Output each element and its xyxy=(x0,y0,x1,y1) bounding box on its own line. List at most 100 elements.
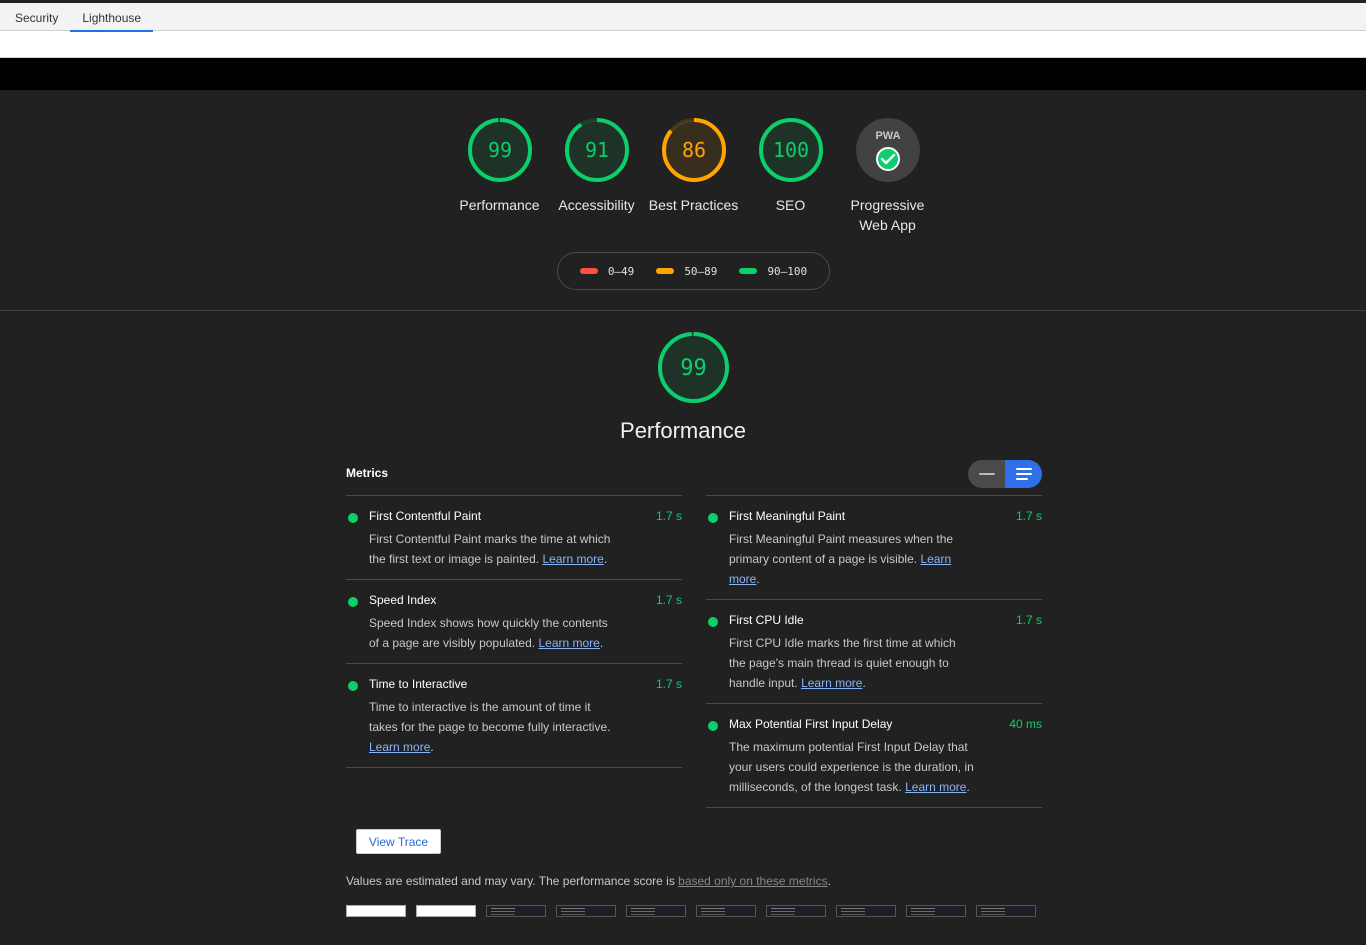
score-gauge: 99 xyxy=(467,118,532,182)
category-label: Best Practices xyxy=(648,197,739,213)
category-pwa[interactable]: PWA Progressive Web App xyxy=(839,117,936,235)
metric-name: First CPU Idle xyxy=(729,613,804,627)
metric-name: Speed Index xyxy=(369,593,437,607)
metric-value: 1.7 s xyxy=(1015,509,1042,523)
filmstrip-frame xyxy=(696,905,756,917)
pass-indicator-icon xyxy=(348,597,358,607)
gauge-score-text: 99 xyxy=(680,356,707,381)
metric-value: 1.7 s xyxy=(1015,613,1042,627)
metric-name: Max Potential First Input Delay xyxy=(729,717,893,731)
metric-row: First Contentful Paint 1.7 s First Content… xyxy=(346,495,682,579)
filmstrip-frame xyxy=(836,905,896,917)
metric-value: 1.7 s xyxy=(655,677,682,691)
score-gauge: 86 xyxy=(661,118,726,182)
pass-indicator-icon xyxy=(708,721,718,731)
estimate-note-text: Values are estimated and may vary. The p… xyxy=(346,874,679,888)
gauge-score-text: 99 xyxy=(487,138,511,162)
metric-row: First Meaningful Paint 1.7 s First Meaning… xyxy=(706,495,1042,599)
score-gauge: 91 xyxy=(564,118,629,182)
expanded-view-icon-line xyxy=(1015,478,1028,480)
metrics-info-link[interactable]: based only on these metrics xyxy=(678,874,827,888)
compact-view-button[interactable] xyxy=(968,460,1005,488)
metric-description: First Contentful Paint marks the time at… xyxy=(369,532,611,566)
expanded-view-icon-line xyxy=(1015,473,1032,475)
learn-more-link[interactable]: Learn more xyxy=(369,740,430,754)
legend-range: 90–100 xyxy=(767,264,808,278)
category-label: Progressive Web App xyxy=(850,197,925,233)
metric-row: Time to Interactive 1.7 s Time to interact… xyxy=(346,663,682,768)
gauge-score-text: 100 xyxy=(772,138,808,162)
pass-indicator-icon xyxy=(708,513,718,523)
category-best-practices[interactable]: 86 Best Practices xyxy=(645,117,742,235)
metric-description-text: Time to interactive is the amount of tim… xyxy=(369,700,611,734)
filmstrip-frame xyxy=(556,905,616,917)
metric-name: Time to Interactive xyxy=(369,677,468,691)
metrics-column-left: First Contentful Paint 1.7 s First Content… xyxy=(346,495,682,768)
legend-range: 50–89 xyxy=(684,264,718,278)
filmstrip-frame xyxy=(766,905,826,917)
compact-view-icon xyxy=(978,473,995,475)
pwa-badge: PWA xyxy=(855,118,920,182)
metrics-heading: Metrics xyxy=(346,466,389,480)
metric-row: First CPU Idle 1.7 s First CPU Idle marks … xyxy=(706,599,1042,703)
filmstrip-frame xyxy=(976,905,1036,917)
category-accessibility[interactable]: 91 Accessibility xyxy=(548,117,645,235)
category-performance[interactable]: 99 Performance xyxy=(451,117,548,235)
metric-value: 1.7 s xyxy=(655,509,682,523)
metric-name: First Contentful Paint xyxy=(369,509,482,523)
check-circle-icon xyxy=(875,147,900,171)
learn-more-link[interactable]: Learn more xyxy=(801,676,862,690)
metric-value: 1.7 s xyxy=(655,593,682,607)
pass-indicator-icon xyxy=(708,617,718,627)
filmstrip xyxy=(346,905,1036,917)
category-label: Accessibility xyxy=(558,197,635,213)
metric-row: Speed Index 1.7 s Speed Index shows how qu… xyxy=(346,579,682,663)
tab-lighthouse[interactable]: Lighthouse xyxy=(70,3,153,32)
legend-item: 0–49 xyxy=(579,264,635,278)
metric-row: Max Potential First Input Delay 40 ms The … xyxy=(706,703,1042,808)
legend-swatch xyxy=(579,268,598,274)
legend-item: 50–89 xyxy=(656,265,717,278)
estimate-note-end: . xyxy=(827,874,831,888)
score-summary: 99 Performance 91 Accessibility 86 Best Pract… xyxy=(0,90,1366,311)
gauge-score-text: 91 xyxy=(584,138,608,162)
learn-more-link[interactable]: Learn more xyxy=(905,780,966,794)
legend-range: 0–49 xyxy=(607,264,635,278)
gauge-score-text: 86 xyxy=(681,138,705,162)
score-gauge: 99 xyxy=(658,332,729,403)
pass-indicator-icon xyxy=(348,681,358,691)
devtools-tabbar: Security Lighthouse xyxy=(0,3,1366,32)
learn-more-link[interactable]: Learn more xyxy=(538,636,599,650)
metric-name: First Meaningful Paint xyxy=(729,509,846,523)
pass-indicator-icon xyxy=(348,513,358,523)
performance-gauge: 99 xyxy=(657,331,730,404)
metrics-view-toggle[interactable] xyxy=(968,460,1042,488)
legend-swatch xyxy=(739,268,758,274)
score-gauge: 100 xyxy=(758,118,823,182)
expanded-view-icon xyxy=(1015,468,1032,470)
pwa-logo-text: PWA xyxy=(875,130,900,142)
metric-description: The maximum potential First Input Delay … xyxy=(729,740,974,794)
category-gauges: 99 Performance 91 Accessibility 86 Best Pract… xyxy=(451,117,936,235)
filmstrip-frame xyxy=(626,905,686,917)
metric-value: 40 ms xyxy=(1009,717,1042,731)
report-topbar xyxy=(0,58,1366,90)
filmstrip-frame xyxy=(906,905,966,917)
metric-description: First Meaningful Paint measures when the… xyxy=(729,532,954,586)
filmstrip-frame xyxy=(346,905,406,917)
view-trace-button[interactable]: View Trace xyxy=(356,829,441,854)
legend-swatch xyxy=(656,268,675,274)
learn-more-link[interactable]: Learn more xyxy=(542,552,603,566)
metric-description: First CPU Idle marks the first time at w… xyxy=(729,636,956,690)
tab-security[interactable]: Security xyxy=(3,3,70,31)
legend-item: 90–100 xyxy=(739,265,807,278)
metric-description: Speed Index shows how quickly the conten… xyxy=(369,616,608,650)
expanded-view-button[interactable] xyxy=(1005,460,1042,488)
metric-description: Time to interactive is the amount of tim… xyxy=(369,700,611,754)
estimate-note: Values are estimated and may vary. The p… xyxy=(346,874,831,888)
category-label: SEO xyxy=(775,197,806,213)
lighthouse-toolbar xyxy=(0,31,1366,58)
category-label: Performance xyxy=(459,197,540,213)
category-seo[interactable]: 100 SEO xyxy=(742,117,839,235)
filmstrip-frame xyxy=(486,905,546,917)
